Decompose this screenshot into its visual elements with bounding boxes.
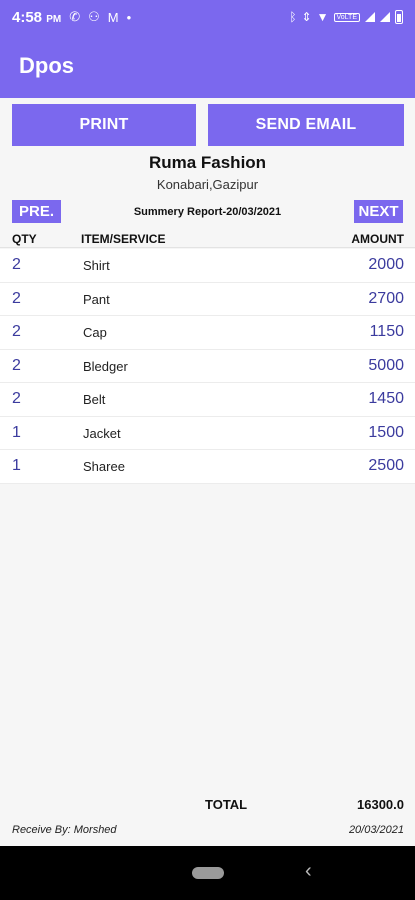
row-item: Bledger xyxy=(83,358,128,374)
total-label: TOTAL xyxy=(205,797,248,812)
teams-icon: ⚇ xyxy=(88,9,100,24)
row-item: Belt xyxy=(83,392,106,407)
gmail-icon: M xyxy=(107,9,119,25)
shop-address: Konabari,Gazipur xyxy=(156,177,259,192)
table-row: 2 Bledger 5000 xyxy=(0,349,415,383)
amount-header: AMOUNT xyxy=(351,232,404,246)
row-amount: 2700 xyxy=(368,289,404,307)
table-header: QTY ITEM/SERVICE AMOUNT xyxy=(0,230,415,248)
system-nav-bar: ‹ xyxy=(0,846,415,900)
row-qty: 2 xyxy=(12,323,21,340)
row-item: Shirt xyxy=(83,258,110,273)
table-row: 1 Sharee 2500 xyxy=(0,450,415,484)
signal-icon-2 xyxy=(380,12,390,22)
volte-badge: VoLTE xyxy=(333,12,360,22)
shop-name: Ruma Fashion xyxy=(148,153,267,172)
app-title: Dpos xyxy=(19,53,74,78)
wifi-icon: ▼ xyxy=(316,10,329,24)
status-time: 4:58 PM xyxy=(12,8,62,26)
qty-header: QTY xyxy=(12,232,37,246)
home-pill-icon[interactable] xyxy=(192,867,224,879)
back-chevron-icon[interactable]: ‹ xyxy=(305,860,312,883)
table-row: 2 Pant 2700 xyxy=(0,282,415,316)
row-amount: 2000 xyxy=(368,256,404,273)
row-item: Cap xyxy=(83,325,107,340)
row-amount: 2500 xyxy=(368,457,404,474)
report-title: Summery Report-20/03/2021 xyxy=(133,206,282,218)
footer-date: 20/03/2021 xyxy=(348,824,404,836)
notification-dot-icon: • xyxy=(126,9,132,25)
print-button[interactable]: PRINT xyxy=(12,104,196,146)
row-qty: 2 xyxy=(12,256,21,273)
row-amount: 1450 xyxy=(368,390,404,407)
next-button[interactable]: NEXT xyxy=(354,200,403,223)
row-qty: 1 xyxy=(12,423,21,441)
row-qty: 2 xyxy=(12,390,21,407)
item-header: ITEM/SERVICE xyxy=(81,232,166,246)
total-value: 16300.0 xyxy=(357,797,404,812)
received-by: Receive By: Morshed xyxy=(12,824,117,836)
row-qty: 2 xyxy=(12,356,21,374)
vibrate-icon: ⇕ xyxy=(301,10,312,24)
table-row: 2 Cap 1150 xyxy=(0,316,415,350)
row-item: Jacket xyxy=(83,425,121,441)
row-amount: 1500 xyxy=(368,423,404,441)
row-qty: 1 xyxy=(12,457,21,474)
table-row: 1 Jacket 1500 xyxy=(0,416,415,450)
row-amount: 5000 xyxy=(368,356,404,374)
table-row: 2 Shirt 2000 xyxy=(0,249,415,283)
table-row: 2 Belt 1450 xyxy=(0,383,415,417)
status-bar: 4:58 PM ✆ ⚇ M • ᛒ ⇕ ▼ VoLTE xyxy=(0,0,415,34)
row-qty: 2 xyxy=(12,289,21,307)
row-item: Sharee xyxy=(83,459,125,474)
app-bar: Dpos xyxy=(0,34,415,98)
row-amount: 1150 xyxy=(369,323,404,340)
row-item: Pant xyxy=(83,291,110,307)
bluetooth-icon: ᛒ xyxy=(289,10,297,24)
battery-icon xyxy=(395,10,403,24)
signal-icon xyxy=(365,12,375,22)
phone-call-icon: ✆ xyxy=(69,9,81,24)
items-table: 2 Shirt 2000 2 Pant 2700 2 Cap 1150 2 Bl… xyxy=(0,249,415,484)
previous-button[interactable]: PRE. xyxy=(12,200,61,223)
send-email-button[interactable]: SEND EMAIL xyxy=(208,104,404,146)
